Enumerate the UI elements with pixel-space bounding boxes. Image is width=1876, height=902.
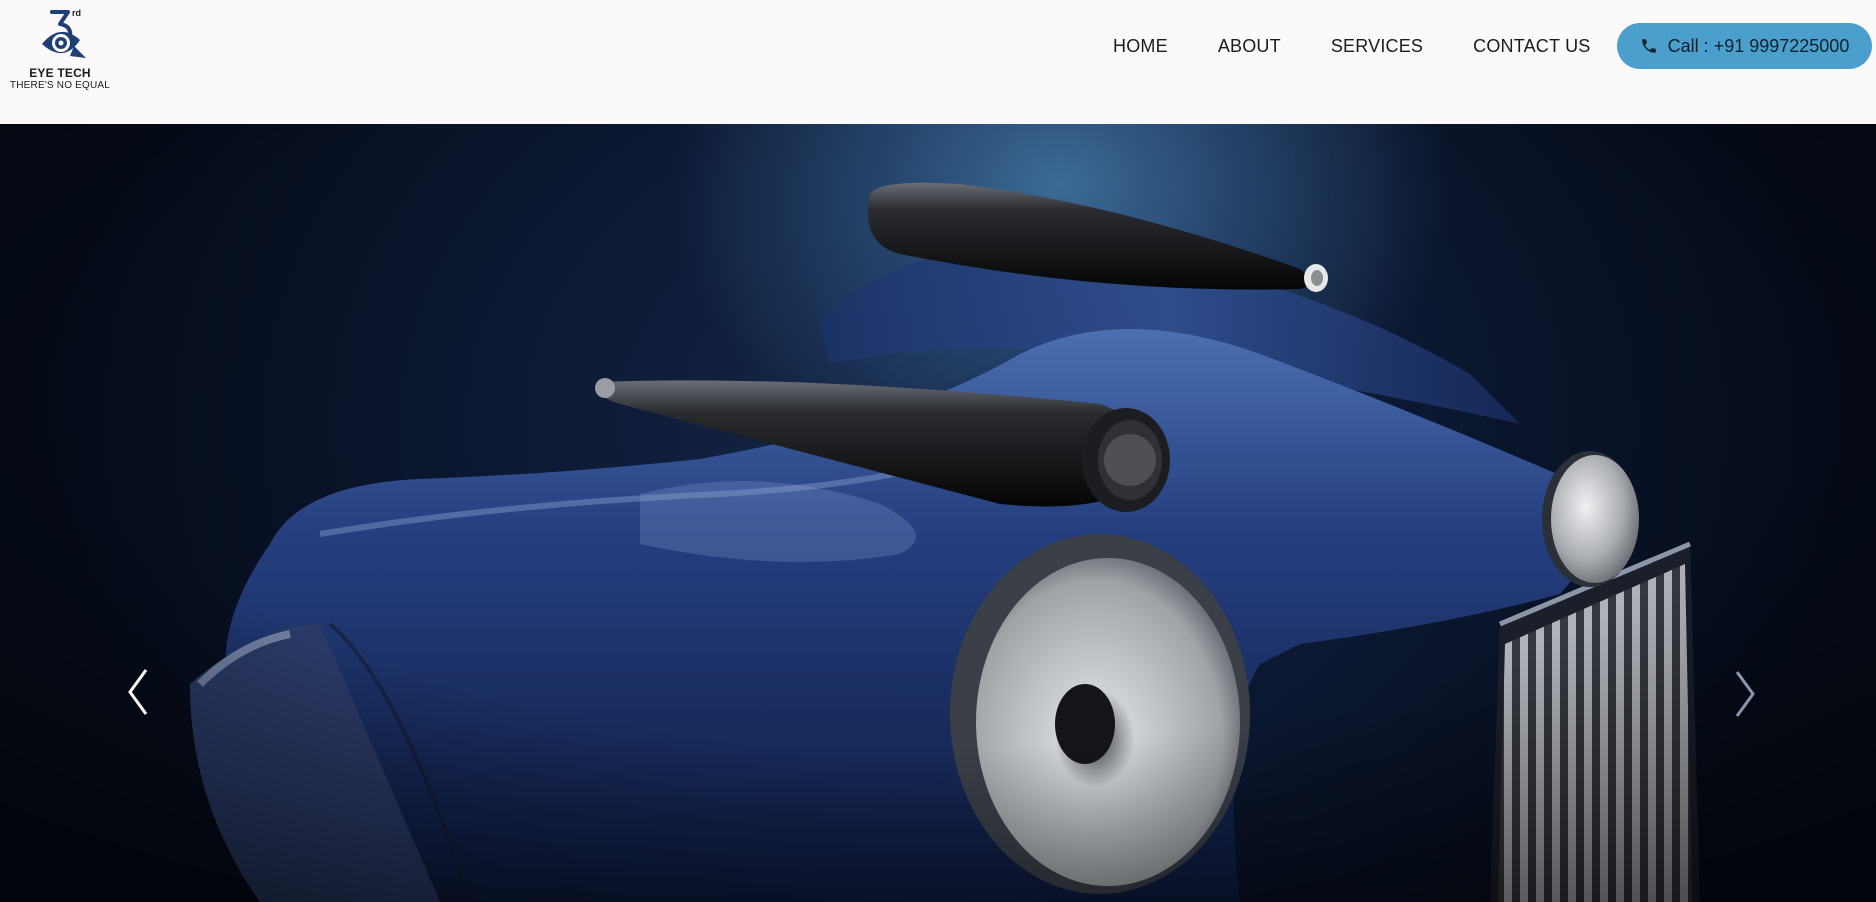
hero-slider bbox=[0, 124, 1876, 902]
nav-home[interactable]: HOME bbox=[1113, 36, 1168, 57]
svg-text:rd: rd bbox=[72, 8, 81, 18]
site-header: rd EYE TECH THERE'S NO EQUAL HOME ABOUT … bbox=[0, 0, 1876, 124]
chevron-left-icon[interactable] bbox=[118, 662, 158, 722]
nav-contact-us[interactable]: CONTACT US bbox=[1473, 36, 1590, 57]
chevron-right-icon[interactable] bbox=[1725, 664, 1765, 724]
call-button[interactable]: Call : +91 9997225000 bbox=[1617, 23, 1872, 69]
nav-services[interactable]: SERVICES bbox=[1331, 36, 1423, 57]
brand-tagline: THERE'S NO EQUAL bbox=[9, 80, 111, 91]
phone-icon bbox=[1641, 39, 1656, 53]
speaker-hero-image bbox=[0, 124, 1876, 902]
call-button-label: Call : +91 9997225000 bbox=[1667, 35, 1850, 56]
nav-about[interactable]: ABOUT bbox=[1218, 36, 1281, 57]
brand-logo[interactable]: rd EYE TECH THERE'S NO EQUAL bbox=[8, 4, 112, 91]
eye-logo-icon: rd bbox=[42, 8, 86, 58]
main-nav: HOME ABOUT SERVICES CONTACT US bbox=[1113, 32, 1590, 60]
brand-name: EYE TECH bbox=[29, 66, 91, 80]
